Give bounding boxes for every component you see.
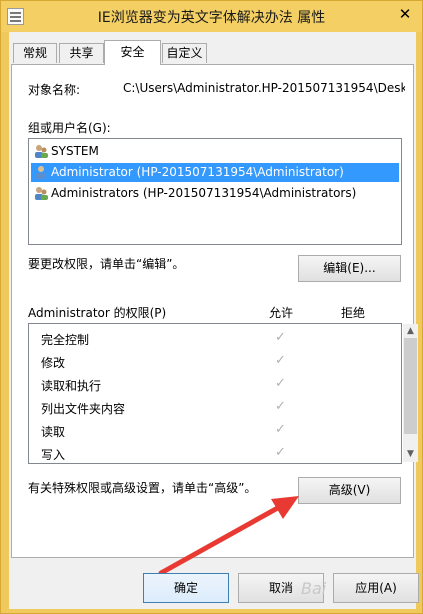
- deny-column-header: 拒绝: [341, 306, 366, 320]
- permission-name: 完全控制: [41, 333, 90, 347]
- tab-sharing[interactable]: 共享: [59, 43, 104, 63]
- tab-customize[interactable]: 自定义: [162, 43, 207, 63]
- group-users-label: 组或用户名(G):: [28, 121, 111, 135]
- user-group-icon: [35, 145, 48, 158]
- apply-button[interactable]: 应用(A): [333, 573, 419, 603]
- watermark: Bai: [301, 579, 327, 598]
- title-bar[interactable]: IE浏览器变为英文字体解决办法 属性 ✕: [1, 1, 422, 32]
- user-name: SYSTEM: [51, 144, 99, 158]
- allow-check-icon: ✓: [275, 445, 286, 460]
- change-permissions-hint: 要更改权限，请单击“编辑”。: [28, 257, 185, 271]
- red-arrow-annotation: [158, 496, 299, 576]
- advanced-button[interactable]: 高级(V): [298, 477, 401, 504]
- ok-button[interactable]: 确定: [143, 573, 229, 603]
- user-name: Administrator (HP-201507131954\Administr…: [51, 165, 344, 179]
- permissions-scrollbar[interactable]: ▲ ▼: [403, 324, 418, 462]
- permissions-list: 完全控制 ✓ 修改 ✓ 读取和执行 ✓ 列出文件夹内容 ✓ 读取 ✓ 写入 ✓ …: [28, 323, 418, 464]
- permission-name: 写入: [41, 448, 66, 462]
- object-name-label: 对象名称:: [28, 83, 81, 97]
- user-icon: [36, 166, 46, 179]
- user-list[interactable]: SYSTEM Administrator (HP-201507131954\Ad…: [28, 138, 402, 245]
- permission-name: 读取和执行: [41, 379, 102, 393]
- scroll-down-icon[interactable]: ▼: [405, 449, 416, 459]
- permission-name: 修改: [41, 356, 66, 370]
- permission-name: 读取: [41, 425, 66, 439]
- user-group-icon: [35, 187, 48, 200]
- list-item-selected[interactable]: Administrator (HP-201507131954\Administr…: [31, 163, 399, 182]
- allow-check-icon: ✓: [275, 399, 286, 414]
- user-name: Administrators (HP-201507131954\Administ…: [51, 186, 357, 200]
- list-item[interactable]: SYSTEM: [31, 142, 399, 161]
- allow-column-header: 允许: [269, 306, 294, 320]
- permissions-for-label: Administrator 的权限(P): [28, 306, 167, 320]
- edit-button[interactable]: 编辑(E)...: [298, 255, 401, 282]
- close-button[interactable]: ✕: [393, 4, 417, 24]
- scroll-up-icon[interactable]: ▲: [405, 326, 416, 336]
- allow-check-icon: ✓: [275, 330, 286, 345]
- window-title: IE浏览器变为英文字体解决办法 属性: [97, 10, 326, 26]
- tab-security[interactable]: 安全: [104, 40, 161, 65]
- list-item[interactable]: Administrators (HP-201507131954\Administ…: [31, 184, 399, 203]
- permission-name: 列出文件夹内容: [41, 402, 126, 416]
- object-name-value: C:\Users\Administrator.HP-201507131954\D…: [123, 81, 405, 95]
- tab-general[interactable]: 常规: [13, 43, 57, 63]
- allow-check-icon: ✓: [275, 353, 286, 368]
- allow-check-icon: ✓: [275, 376, 286, 391]
- scroll-thumb[interactable]: [404, 338, 417, 434]
- allow-check-icon: ✓: [275, 422, 286, 437]
- properties-dialog: IE浏览器变为英文字体解决办法 属性 ✕ 常规 共享 安全 自定义 对象名称: …: [0, 0, 423, 614]
